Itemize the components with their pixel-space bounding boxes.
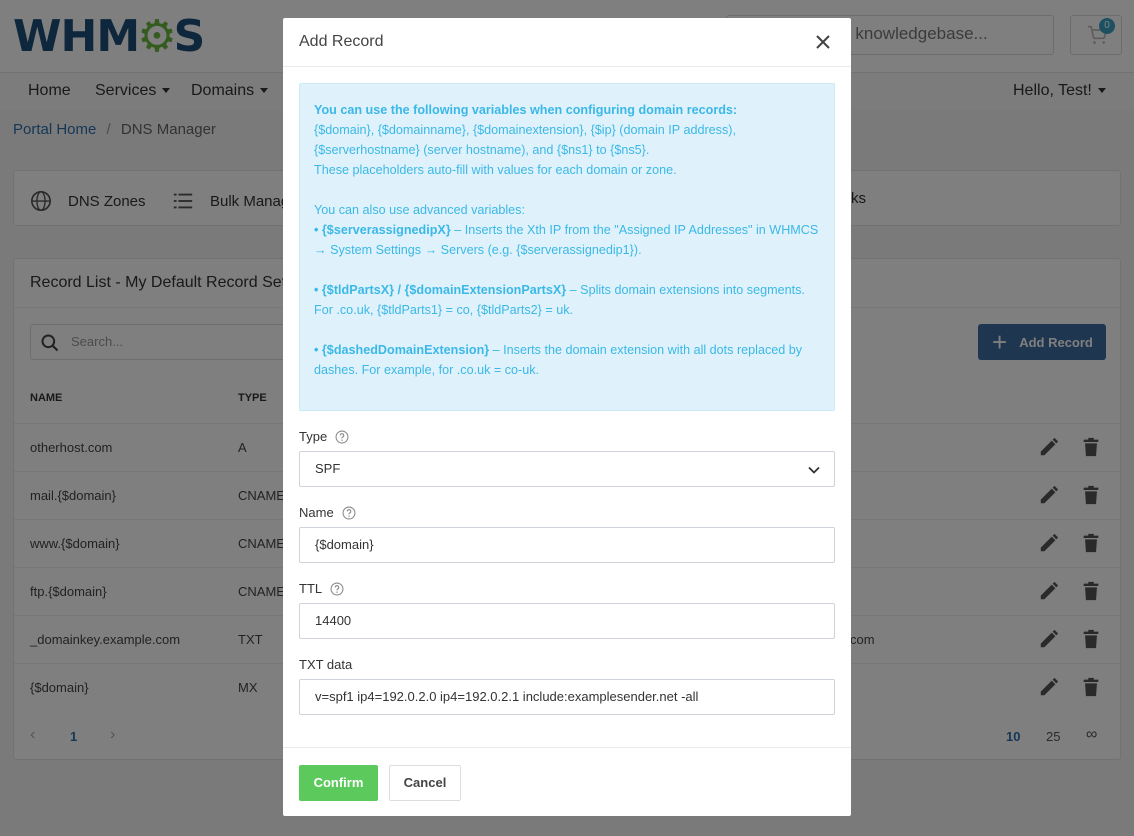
modal-header: Add Record bbox=[283, 18, 851, 67]
info-var-desc: – Inserts the domain extension with all … bbox=[489, 343, 803, 357]
help-circle-icon[interactable] bbox=[330, 582, 344, 596]
info-var-desc: – Inserts the Xth IP from the "Assigned … bbox=[450, 223, 819, 237]
type-select-value: SPF bbox=[315, 461, 341, 476]
help-circle-icon[interactable] bbox=[342, 506, 356, 520]
info-line: {$domain}, {$domainname}, {$domainextens… bbox=[314, 123, 736, 137]
info-var-desc: – Splits domain extensions into segments… bbox=[566, 283, 805, 297]
name-label: Name bbox=[299, 505, 356, 520]
info-heading: You can use the following variables when… bbox=[314, 103, 738, 117]
ttl-input[interactable]: 14400 bbox=[299, 603, 835, 639]
type-select[interactable]: SPF bbox=[299, 451, 835, 487]
ttl-label-text: TTL bbox=[299, 581, 323, 596]
txt-data-input[interactable]: v=spf1 ip4=192.0.2.0 ip4=192.0.2.1 inclu… bbox=[299, 679, 835, 715]
info-var-name: • {$serverassignedipX} bbox=[314, 223, 451, 237]
info-var-name: • {$tldPartsX} / {$domainExtensionPartsX… bbox=[314, 283, 567, 297]
name-label-text: Name bbox=[299, 505, 334, 520]
name-input-value: {$domain} bbox=[315, 537, 374, 552]
add-record-modal: Add Record You can use the following var… bbox=[283, 18, 851, 816]
type-label: Type bbox=[299, 429, 349, 444]
info-var-name: • {$dashedDomainExtension} bbox=[314, 343, 490, 357]
txt-data-input-value: v=spf1 ip4=192.0.2.0 ip4=192.0.2.1 inclu… bbox=[315, 689, 699, 704]
info-line: {$serverhostname} (server hostname), and… bbox=[314, 143, 650, 157]
info-line: For .co.uk, {$tldParts1} = co, {$tldPart… bbox=[314, 303, 574, 317]
type-label-text: Type bbox=[299, 429, 328, 444]
variables-info-box: You can use the following variables when… bbox=[299, 83, 835, 411]
info-line: You can also use advanced variables: bbox=[314, 203, 525, 217]
info-line: dashes. For example, for .co.uk = co-uk. bbox=[314, 363, 540, 377]
modal-title: Add Record bbox=[299, 33, 384, 50]
help-circle-icon[interactable] bbox=[335, 430, 349, 444]
chevron-down-icon bbox=[808, 466, 820, 474]
name-input[interactable]: {$domain} bbox=[299, 527, 835, 563]
ttl-label: TTL bbox=[299, 581, 344, 596]
close-icon[interactable] bbox=[813, 32, 833, 52]
txt-data-label-text: TXT data bbox=[299, 657, 353, 672]
info-line: These placeholders auto-fill with values… bbox=[314, 163, 677, 177]
ttl-input-value: 14400 bbox=[315, 613, 352, 628]
cancel-button[interactable]: Cancel bbox=[389, 765, 461, 801]
modal-footer: Confirm Cancel bbox=[283, 747, 851, 816]
confirm-button[interactable]: Confirm bbox=[299, 765, 378, 801]
txt-data-label: TXT data bbox=[299, 657, 352, 672]
info-line: → System Settings → Servers (e.g. {$serv… bbox=[314, 243, 642, 257]
